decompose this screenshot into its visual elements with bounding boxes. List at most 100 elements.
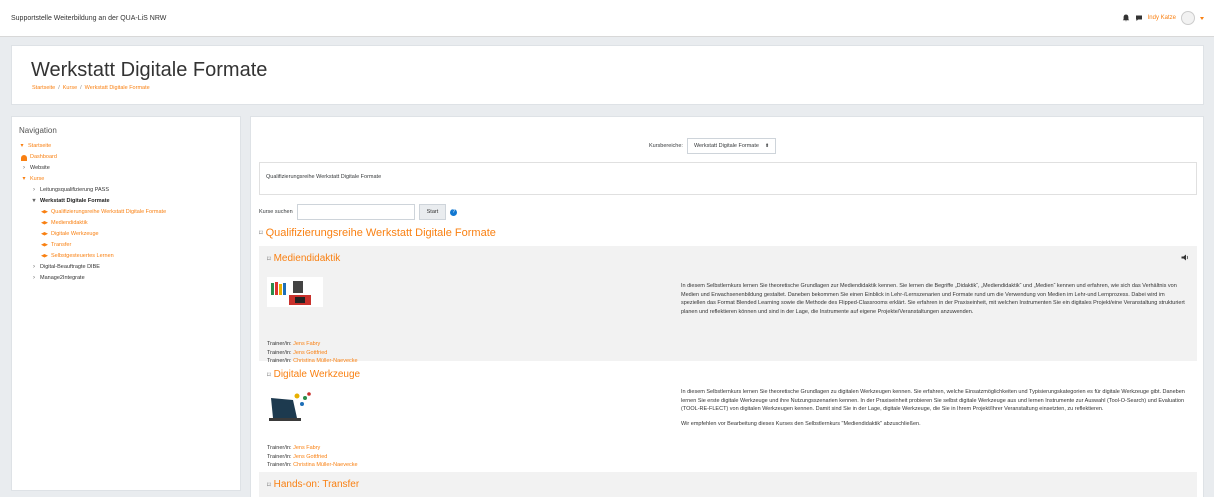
graduation-cap-icon [41, 243, 48, 247]
category-title[interactable]: ⌑ Qualifizierungsreihe Werkstatt Digital… [259, 227, 496, 239]
nav-item-course[interactable]: Selbstgesteuertes Lernen [19, 251, 166, 262]
kursbereiche-label: Kursbereiche: [649, 143, 683, 149]
breadcrumb-separator: / [80, 85, 82, 91]
bulb-icon: ⌑ [267, 481, 271, 489]
nav-item-course[interactable]: Mediendidaktik [19, 218, 166, 229]
kursbereiche-value: Werkstatt Digitale Formate [693, 143, 759, 149]
chevron-down-icon[interactable] [1200, 16, 1204, 20]
kursbereiche-select[interactable]: Werkstatt Digitale Formate ⬍ [686, 138, 777, 154]
nav-item-label[interactable]: Mediendidaktik [51, 218, 88, 229]
breadcrumb-item[interactable]: Kurse [63, 85, 77, 91]
graduation-cap-icon [41, 221, 48, 225]
site-name[interactable]: Supportstelle Weiterbildung an der QUA-L… [11, 15, 166, 22]
nav-item-dibe[interactable]: › Digital-Beauftragte DIBE [19, 262, 166, 273]
bulb-icon: ⌑ [267, 255, 271, 263]
category-description: Qualifizierungsreihe Werkstatt Digitale … [259, 162, 1197, 195]
course-box: ⌑ Mediendidaktik Trainer/in: Jens Fabry … [259, 246, 1197, 364]
nav-item-label[interactable]: Transfer [51, 240, 71, 251]
avatar[interactable] [1181, 11, 1195, 25]
select-arrows-icon: ⬍ [764, 143, 770, 149]
summary-paragraph: Wir empfehlen vor Bearbeitung dieses Kur… [681, 420, 921, 427]
guest-access-icon [1181, 254, 1188, 261]
course-name-text[interactable]: Mediendidaktik [274, 253, 341, 264]
nav-item-label[interactable]: Dashboard [30, 152, 57, 163]
nav-item-label[interactable]: Qualifizierungsreihe Werkstatt Digitale … [51, 207, 166, 218]
summary-paragraph: In diesem Selbstlernkurs lernen Sie theo… [681, 283, 1185, 315]
nav-item-label[interactable]: Website [30, 163, 50, 174]
user-name[interactable]: Indy Katze [1148, 15, 1176, 21]
trainer-label: Trainer/in: [267, 462, 292, 468]
main-content: Kursbereiche: Werkstatt Digitale Formate… [250, 116, 1204, 497]
nav-item-leitungsqualifizierung[interactable]: › Leitungsqualifizierung PASS [19, 185, 166, 196]
breadcrumb: Startseite / Kurse / Werkstatt Digitale … [32, 85, 150, 91]
nav-item-label[interactable]: Kurse [30, 174, 44, 185]
nav-item-label[interactable]: Selbstgesteuertes Lernen [51, 251, 114, 262]
trainer-label: Trainer/in: [267, 349, 292, 356]
category-title-text[interactable]: Qualifizierungsreihe Werkstatt Digitale … [266, 227, 496, 239]
nav-item-werkstatt[interactable]: ▾ Werkstatt Digitale Formate [19, 196, 166, 207]
summary-paragraph: In diesem Selbstlernkurs lernen Sie theo… [681, 389, 1185, 413]
graduation-cap-icon [41, 254, 48, 258]
trainer-row: Trainer/in: Jens Fabry [267, 444, 358, 453]
course-trainers: Trainer/in: Jens Fabry Trainer/in: Jens … [267, 444, 358, 470]
category-description-text: Qualifizierungsreihe Werkstatt Digitale … [266, 174, 382, 180]
page-header: Werkstatt Digitale Formate Startseite / … [11, 45, 1204, 105]
trainer-label: Trainer/in: [267, 445, 292, 451]
chevron-down-icon[interactable]: ▾ [21, 174, 27, 185]
user-menu[interactable]: Indy Katze [1122, 11, 1204, 25]
trainer-link[interactable]: Jens Gottfried [293, 350, 327, 356]
navigation-tree: ▾ Startseite Dashboard › Website ▾ Kurse › L… [19, 141, 166, 284]
nav-item-dashboard[interactable]: Dashboard [19, 152, 166, 163]
course-name[interactable]: ⌑ Digitale Werkzeuge [267, 369, 360, 380]
chevron-right-icon[interactable]: › [31, 273, 37, 284]
search-input[interactable] [296, 204, 415, 220]
trainer-link[interactable]: Jens Fabry [293, 341, 320, 347]
course-box: ⌑ Hands-on: Transfer [259, 472, 1197, 497]
course-name[interactable]: ⌑ Hands-on: Transfer [267, 479, 359, 490]
bell-icon[interactable] [1122, 14, 1130, 22]
dashboard-icon [21, 154, 27, 161]
chevron-right-icon[interactable]: › [31, 185, 37, 196]
nav-item-label[interactable]: Werkstatt Digitale Formate [40, 196, 110, 207]
nav-item-startseite[interactable]: ▾ Startseite [19, 141, 166, 152]
trainer-row: Trainer/in: Jens Gottfried [267, 349, 358, 358]
trainer-link[interactable]: Christina Müller-Naevecke [293, 462, 358, 468]
course-search: Kurse suchen Start ? [259, 204, 458, 220]
chevron-down-icon[interactable]: ▾ [19, 141, 25, 152]
nav-item-website[interactable]: › Website [19, 163, 166, 174]
chevron-right-icon[interactable]: › [21, 163, 27, 174]
nav-item-label[interactable]: Digital-Beauftragte DIBE [40, 262, 100, 273]
course-image [267, 388, 315, 424]
breadcrumb-separator: / [58, 85, 60, 91]
top-navbar: Supportstelle Weiterbildung an der QUA-L… [0, 0, 1214, 37]
navigation-title: Navigation [19, 126, 57, 135]
breadcrumb-item[interactable]: Startseite [32, 85, 55, 91]
trainer-link[interactable]: Jens Gottfried [293, 454, 327, 460]
search-label: Kurse suchen [259, 209, 293, 215]
bulb-icon: ⌑ [267, 371, 271, 379]
trainer-link[interactable]: Jens Fabry [293, 445, 320, 451]
graduation-cap-icon [41, 210, 48, 214]
help-icon[interactable]: ? [450, 208, 458, 216]
nav-item-course[interactable]: Qualifizierungsreihe Werkstatt Digitale … [19, 207, 166, 218]
nav-item-course[interactable]: Transfer [19, 240, 166, 251]
breadcrumb-item[interactable]: Werkstatt Digitale Formate [85, 85, 150, 91]
kursbereiche-selector: Kursbereiche: Werkstatt Digitale Formate… [649, 138, 777, 154]
nav-item-label[interactable]: Leitungsqualifizierung PASS [40, 185, 109, 196]
chevron-down-icon[interactable]: ▾ [31, 196, 37, 207]
course-name[interactable]: ⌑ Mediendidaktik [267, 253, 340, 264]
nav-item-course[interactable]: Digitale Werkzeuge [19, 229, 166, 240]
course-image [267, 277, 323, 307]
message-icon[interactable] [1135, 14, 1143, 22]
trainer-label: Trainer/in: [267, 341, 292, 347]
graduation-cap-icon [41, 232, 48, 236]
course-name-text[interactable]: Hands-on: Transfer [274, 479, 360, 490]
chevron-right-icon[interactable]: › [31, 262, 37, 273]
course-name-text[interactable]: Digitale Werkzeuge [274, 369, 361, 380]
nav-item-label[interactable]: Manage2Integrate [40, 273, 85, 284]
nav-item-label[interactable]: Digitale Werkzeuge [51, 229, 99, 240]
nav-item-kurse[interactable]: ▾ Kurse [19, 174, 166, 185]
nav-item-label[interactable]: Startseite [28, 141, 51, 152]
nav-item-manage2integrate[interactable]: › Manage2Integrate [19, 273, 166, 284]
search-button[interactable]: Start [418, 204, 447, 220]
